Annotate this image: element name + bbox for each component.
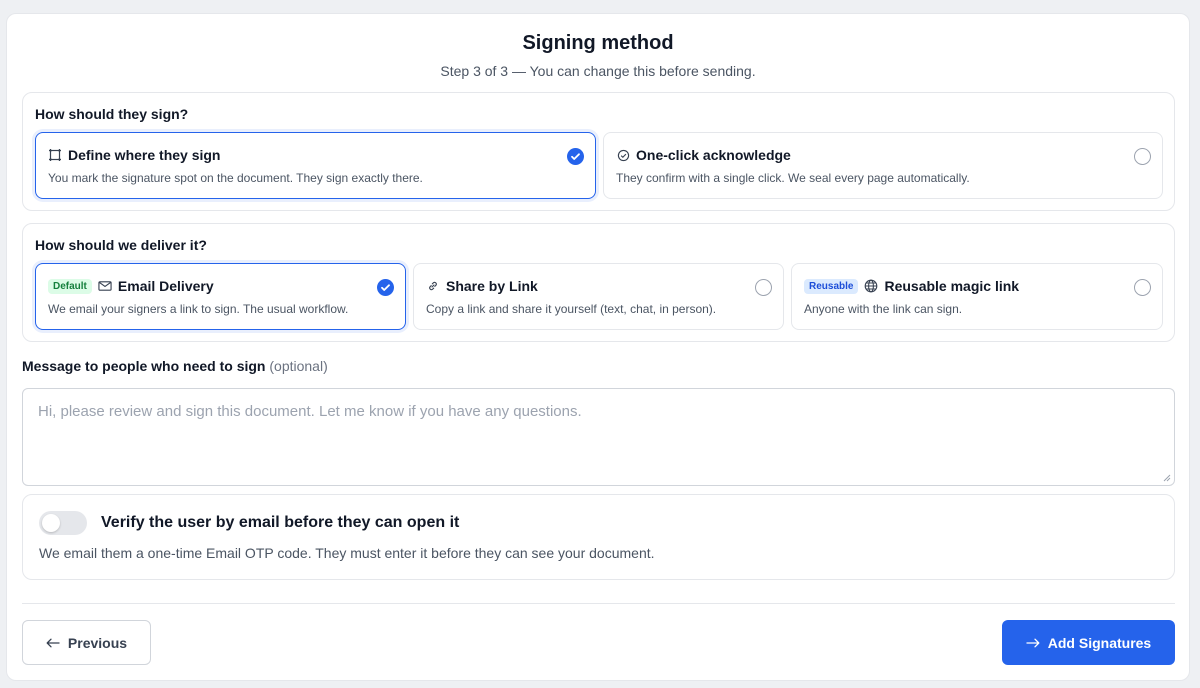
delivery-method-section: How should we deliver it? Default Email … [22,223,1175,342]
check-icon [381,284,390,291]
verify-email-toggle[interactable] [39,511,87,535]
link-icon [426,279,440,293]
check-circle-icon [616,148,630,162]
add-signatures-button[interactable]: Add Signatures [1002,620,1175,665]
message-textarea[interactable]: Hi, please review and sign this document… [22,388,1175,486]
sign-section-label: How should they sign? [35,106,189,122]
message-placeholder: Hi, please review and sign this document… [38,403,582,420]
verify-title: Verify the user by email before they can… [101,514,460,531]
option-description: Anyone with the link can sign. [804,302,963,316]
radio-checked[interactable] [377,279,394,296]
option-reusable-magic-link[interactable]: Reusable Reusable magic link Anyone with… [791,263,1163,330]
resize-handle-icon[interactable] [1163,474,1171,482]
option-description: Copy a link and share it yourself (text,… [426,302,717,316]
option-define-where-they-sign[interactable]: Define where they sign You mark the sign… [35,132,596,199]
sign-method-section: How should they sign? Define where they … [22,92,1175,211]
message-label-text: Message to people who need to sign [22,358,266,374]
default-badge: Default [48,278,92,294]
radio-unchecked[interactable] [755,279,772,296]
option-title: Reusable magic link [884,278,1020,294]
message-label: Message to people who need to sign (opti… [22,358,328,374]
page-subtitle: Step 3 of 3 — You can change this before… [440,63,756,79]
radio-checked[interactable] [567,148,584,165]
optional-hint: (optional) [269,358,328,374]
previous-label: Previous [67,634,128,651]
option-share-by-link[interactable]: Share by Link Copy a link and share it y… [413,263,784,330]
option-title: Define where they sign [68,147,221,163]
option-description: You mark the signature spot on the docum… [48,171,423,185]
globe-icon [864,279,878,293]
radio-unchecked[interactable] [1134,148,1151,165]
option-one-click-acknowledge[interactable]: One-click acknowledge They confirm with … [603,132,1163,199]
previous-button[interactable]: Previous [22,620,151,665]
check-icon [571,153,580,160]
arrow-left-icon [46,638,60,647]
email-verification-card: Verify the user by email before they can… [22,494,1175,580]
add-signatures-label: Add Signatures [1047,634,1152,651]
option-title: One-click acknowledge [636,147,791,163]
deliver-section-label: How should we deliver it? [35,237,207,253]
frame-icon [48,148,62,162]
signing-method-panel: Signing method Step 3 of 3 — You can cha… [6,13,1190,681]
page-title: Signing method [522,32,674,54]
arrow-right-icon [1026,638,1040,647]
option-description: They confirm with a single click. We sea… [616,171,970,185]
option-email-delivery[interactable]: Default Email Delivery We email your sig… [35,263,406,330]
option-description: We email your signers a link to sign. Th… [48,302,349,316]
verify-description: We email them a one-time Email OTP code.… [39,545,655,561]
mail-icon [98,279,112,293]
radio-unchecked[interactable] [1134,279,1151,296]
option-title: Share by Link [446,278,538,294]
footer-divider [22,603,1175,604]
toggle-knob [42,514,60,532]
reusable-badge: Reusable [804,278,859,294]
option-title: Email Delivery [117,278,214,294]
